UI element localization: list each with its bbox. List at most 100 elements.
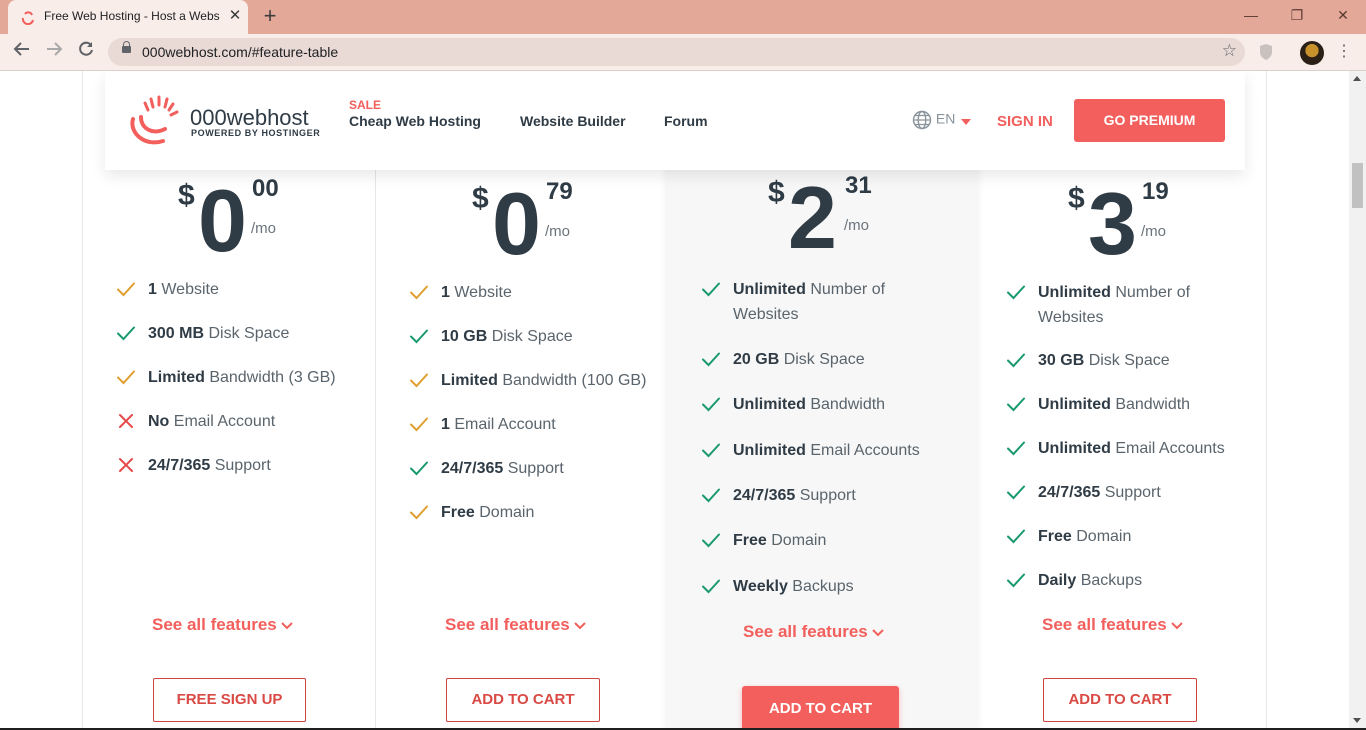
feature-highlight: Unlimited [733,442,806,459]
feature-highlight: Weekly [733,578,788,595]
close-window-button[interactable]: ✕ [1320,0,1366,30]
currency-symbol: $ [1068,182,1085,215]
feature-item: 1 Email Account [410,412,556,437]
feature-highlight: Unlimited [733,281,806,298]
feature-text: Disk Space [487,328,573,345]
price-cents: 00 [252,175,279,202]
feature-highlight: 1 [148,281,157,298]
address-bar[interactable]: 000webhost.com/#feature-table ☆ [108,38,1245,66]
back-arrow-icon[interactable] [9,40,35,64]
checkmark-icon [410,461,428,476]
price-cents: 31 [845,172,872,199]
feature-highlight: 24/7/365 [733,487,796,504]
site-header: 000webhost POWERED BY HOSTINGER SALE Che… [105,71,1245,170]
profile-avatar[interactable] [1300,41,1324,65]
feature-item: Daily Backups [1007,568,1238,593]
feature-text: Website [156,281,219,298]
checkmark-icon [702,397,720,412]
feature-highlight: 10 GB [441,328,488,345]
feature-item: 1 Website [410,280,512,305]
language-selector[interactable]: EN [912,110,955,130]
feature-item: 30 GB Disk Space [1007,348,1238,373]
price-whole: 0 [198,171,247,270]
feature-highlight: Unlimited [733,396,806,413]
free-sign-up-button[interactable]: FREE SIGN UP [153,678,306,722]
feature-text: Bandwidth [805,396,886,413]
go-premium-button[interactable]: GO PREMIUM [1074,99,1225,142]
feature-text: Domain [1071,528,1132,545]
extension-shield-icon[interactable] [1258,43,1274,61]
feature-item: Free Domain [410,500,535,525]
feature-highlight: 30 GB [1038,352,1085,369]
feature-item: 24/7/365 Support [410,456,564,481]
chevron-down-icon [872,628,884,636]
feature-highlight: Limited [148,369,205,386]
add-to-cart-button[interactable]: ADD TO CART [1043,678,1197,722]
price-cents: 19 [1142,178,1169,205]
see-all-features-link[interactable]: See all features [1042,615,1183,635]
reload-icon[interactable] [73,40,99,64]
feature-highlight: Daily [1038,572,1077,589]
see-all-label: See all features [445,615,570,634]
chevron-down-icon [574,621,586,629]
price-whole: 0 [492,174,541,273]
add-to-cart-button[interactable]: ADD TO CART [742,686,899,728]
checkmark-icon [702,533,720,548]
minimize-window-button[interactable]: — [1228,0,1274,30]
feature-item: 24/7/365 Support [119,453,271,478]
checkmark-icon [1007,485,1025,500]
feature-item: 20 GB Disk Space [702,347,933,372]
feature-item: 1 Website [117,277,219,302]
checkmark-icon [117,326,135,341]
add-to-cart-button[interactable]: ADD TO CART [446,678,600,722]
tab-title: Free Web Hosting - Host a Website for Fr… [44,9,220,23]
bookmark-star-icon[interactable]: ☆ [1222,41,1237,61]
currency-symbol: $ [768,176,785,209]
nav-forum[interactable]: Forum [664,113,708,129]
000webhost-logo-icon[interactable] [123,93,181,147]
nav-website-builder[interactable]: Website Builder [520,113,626,129]
price-period: /mo [1141,223,1167,240]
price-whole: 3 [1088,174,1137,273]
checkmark-icon [410,285,428,300]
see-all-features-link[interactable]: See all features [152,615,293,635]
browser-tab[interactable]: Free Web Hosting - Host a Website for Fr… [8,0,248,34]
checkmark-icon [702,282,720,297]
price-period: /mo [844,217,870,234]
price-cents: 79 [546,178,573,205]
new-tab-button[interactable]: + [258,5,282,29]
feature-text: Backups [1076,572,1143,589]
feature-highlight: 24/7/365 [148,457,211,474]
scrollbar-thumb[interactable] [1352,163,1363,208]
sign-in-link[interactable]: SIGN IN [997,113,1053,130]
feature-highlight: No [148,413,170,430]
currency-symbol: $ [472,182,489,215]
scroll-down-arrow-icon[interactable] [1353,718,1361,723]
nav-cheap-web-hosting[interactable]: Cheap Web Hosting [349,113,481,129]
checkmark-icon [410,373,428,388]
feature-highlight: Limited [441,372,498,389]
scroll-up-arrow-icon[interactable] [1353,76,1361,81]
language-code: EN [935,110,956,127]
column-divider [82,71,83,728]
feature-text: Bandwidth [1110,396,1191,413]
checkmark-icon [702,443,720,458]
feature-highlight: Unlimited [1038,440,1111,457]
see-all-features-link[interactable]: See all features [445,615,586,635]
page-scrollbar[interactable] [1349,71,1366,728]
restore-window-button[interactable]: ❐ [1274,0,1320,30]
close-tab-icon[interactable]: ✕ [226,7,244,25]
feature-highlight: Free [441,504,475,521]
browser-menu-icon[interactable]: ⋮ [1336,42,1352,62]
feature-text: Email Account [449,416,556,433]
feature-text: Domain [474,504,535,521]
caret-down-icon[interactable] [961,119,971,125]
feature-highlight: 24/7/365 [441,460,504,477]
see-all-features-link[interactable]: See all features [743,622,884,642]
checkmark-icon [410,329,428,344]
cross-icon [119,414,133,428]
forward-arrow-icon[interactable] [41,40,67,64]
see-all-label: See all features [152,615,277,634]
chevron-down-icon [1171,621,1183,629]
logo-tagline: POWERED BY HOSTINGER [191,128,321,138]
